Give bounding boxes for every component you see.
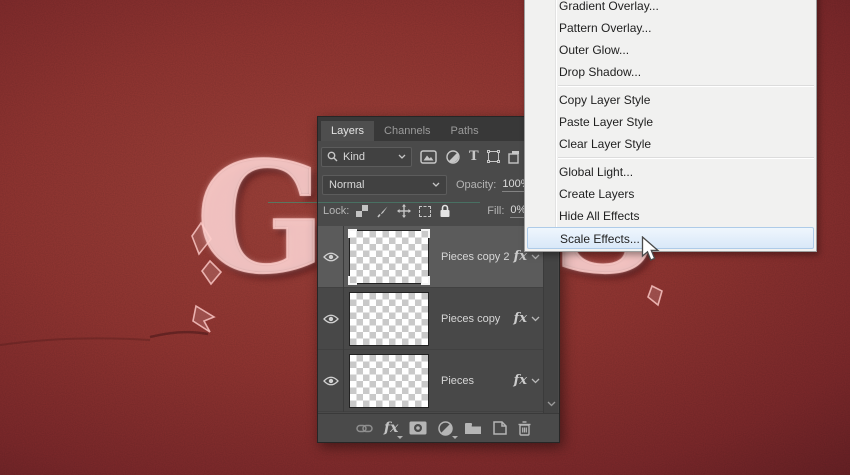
tab-layers[interactable]: Layers <box>321 121 374 141</box>
menu-item-pattern-overlay[interactable]: Pattern Overlay... <box>525 17 816 39</box>
layer-fx-badge[interactable]: fx <box>514 311 527 326</box>
adjustment-layers-filter-icon[interactable] <box>446 150 460 164</box>
layer-row-pieces-copy-2[interactable]: Pieces copy 2 fx <box>318 226 544 288</box>
layer-style-context-menu: Gradient Overlay... Pattern Overlay... O… <box>524 0 817 252</box>
layer-row-pieces[interactable]: Pieces fx <box>318 350 544 412</box>
layer-fx-badge[interactable]: fx <box>514 373 527 388</box>
eye-icon <box>323 314 339 324</box>
guide-line <box>268 202 318 203</box>
fill-label: Fill: <box>487 205 504 217</box>
layer-filter-row: Kind T <box>318 146 559 167</box>
adjustment-layer-icon <box>438 421 453 436</box>
folder-icon <box>464 422 482 435</box>
chevron-down-icon <box>398 154 406 159</box>
menu-item-drop-shadow[interactable]: Drop Shadow... <box>525 61 816 83</box>
collapse-effects-chevron-icon[interactable] <box>531 378 540 384</box>
visibility-toggle[interactable] <box>318 288 344 350</box>
lock-image-pixels-brush-icon[interactable] <box>376 205 389 218</box>
lock-all-padlock-icon[interactable] <box>439 204 451 218</box>
search-icon <box>327 151 338 162</box>
type-layers-filter-icon[interactable]: T <box>469 149 479 164</box>
collapse-effects-chevron-icon[interactable] <box>531 254 540 260</box>
photoshop-workspace: G S Layers Channels Paths <box>0 0 850 475</box>
menu-item-copy-layer-style[interactable]: Copy Layer Style <box>525 89 816 111</box>
delete-layer-button[interactable] <box>518 421 531 436</box>
lock-position-move-icon[interactable] <box>397 204 411 218</box>
filter-kind-dropdown[interactable]: Kind <box>321 147 412 167</box>
new-layer-icon <box>493 421 507 435</box>
menu-item-gradient-overlay[interactable]: Gradient Overlay... <box>525 0 816 17</box>
fx-icon: fx <box>384 420 398 436</box>
smart-object-filter-icon[interactable] <box>508 150 520 164</box>
chevron-down-icon <box>432 182 440 187</box>
menu-item-outer-glow[interactable]: Outer Glow... <box>525 39 816 61</box>
pixel-layers-filter-icon[interactable] <box>420 150 437 164</box>
trash-icon <box>518 421 531 436</box>
menu-separator <box>558 85 814 87</box>
new-group-button[interactable] <box>464 422 482 435</box>
layer-thumbnail[interactable] <box>349 230 429 284</box>
menu-item-paste-layer-style[interactable]: Paste Layer Style <box>525 111 816 133</box>
shape-layers-filter-icon[interactable] <box>488 151 499 162</box>
new-layer-button[interactable] <box>493 421 507 435</box>
blend-mode-row: Normal Opacity: 100% <box>318 174 559 195</box>
lock-label: Lock: <box>323 205 349 217</box>
visibility-toggle[interactable] <box>318 350 344 412</box>
panel-tab-bar: Layers Channels Paths <box>318 117 559 141</box>
link-icon <box>356 424 373 433</box>
eye-icon <box>323 252 339 262</box>
lock-transparent-pixels-icon[interactable] <box>356 205 368 217</box>
add-layer-style-button[interactable]: fx <box>384 420 398 436</box>
menu-item-create-layers[interactable]: Create Layers <box>525 183 816 205</box>
tab-channels[interactable]: Channels <box>374 121 440 141</box>
layers-panel-bottom-bar: fx <box>318 413 559 442</box>
layer-name[interactable]: Pieces copy 2 <box>441 251 514 263</box>
lock-row: Lock: <box>318 201 559 221</box>
collapse-effects-chevron-icon[interactable] <box>531 316 540 322</box>
menu-separator <box>558 157 814 159</box>
menu-item-clear-layer-style[interactable]: Clear Layer Style <box>525 133 816 155</box>
add-layer-mask-button[interactable] <box>409 421 427 435</box>
menu-item-global-light[interactable]: Global Light... <box>525 161 816 183</box>
layer-name[interactable]: Pieces copy <box>441 313 514 325</box>
layer-thumbnail[interactable] <box>349 354 429 408</box>
layer-row-pieces-copy[interactable]: Pieces copy fx <box>318 288 544 350</box>
visibility-toggle[interactable] <box>318 226 344 288</box>
scroll-down-chevron-icon[interactable] <box>547 401 556 407</box>
layer-list-scrollbar[interactable] <box>543 226 558 413</box>
blend-mode-value: Normal <box>329 179 364 191</box>
opacity-label: Opacity: <box>456 179 496 191</box>
menu-item-scale-effects[interactable]: Scale Effects... <box>527 227 814 249</box>
link-layers-button[interactable] <box>356 424 373 433</box>
blend-mode-dropdown[interactable]: Normal <box>322 175 447 195</box>
mouse-cursor <box>641 236 661 264</box>
lock-artboard-icon[interactable] <box>419 206 431 217</box>
menu-item-hide-all-effects[interactable]: Hide All Effects <box>525 205 816 227</box>
new-adjustment-layer-button[interactable] <box>438 421 453 436</box>
tab-paths[interactable]: Paths <box>441 121 489 141</box>
eye-icon <box>323 376 339 386</box>
layer-mask-icon <box>409 421 427 435</box>
layer-thumbnail[interactable] <box>349 292 429 346</box>
filter-kind-label: Kind <box>343 151 365 163</box>
layer-list: Pieces copy 2 fx Pieces copy fx <box>318 226 544 413</box>
layer-name[interactable]: Pieces <box>441 375 514 387</box>
